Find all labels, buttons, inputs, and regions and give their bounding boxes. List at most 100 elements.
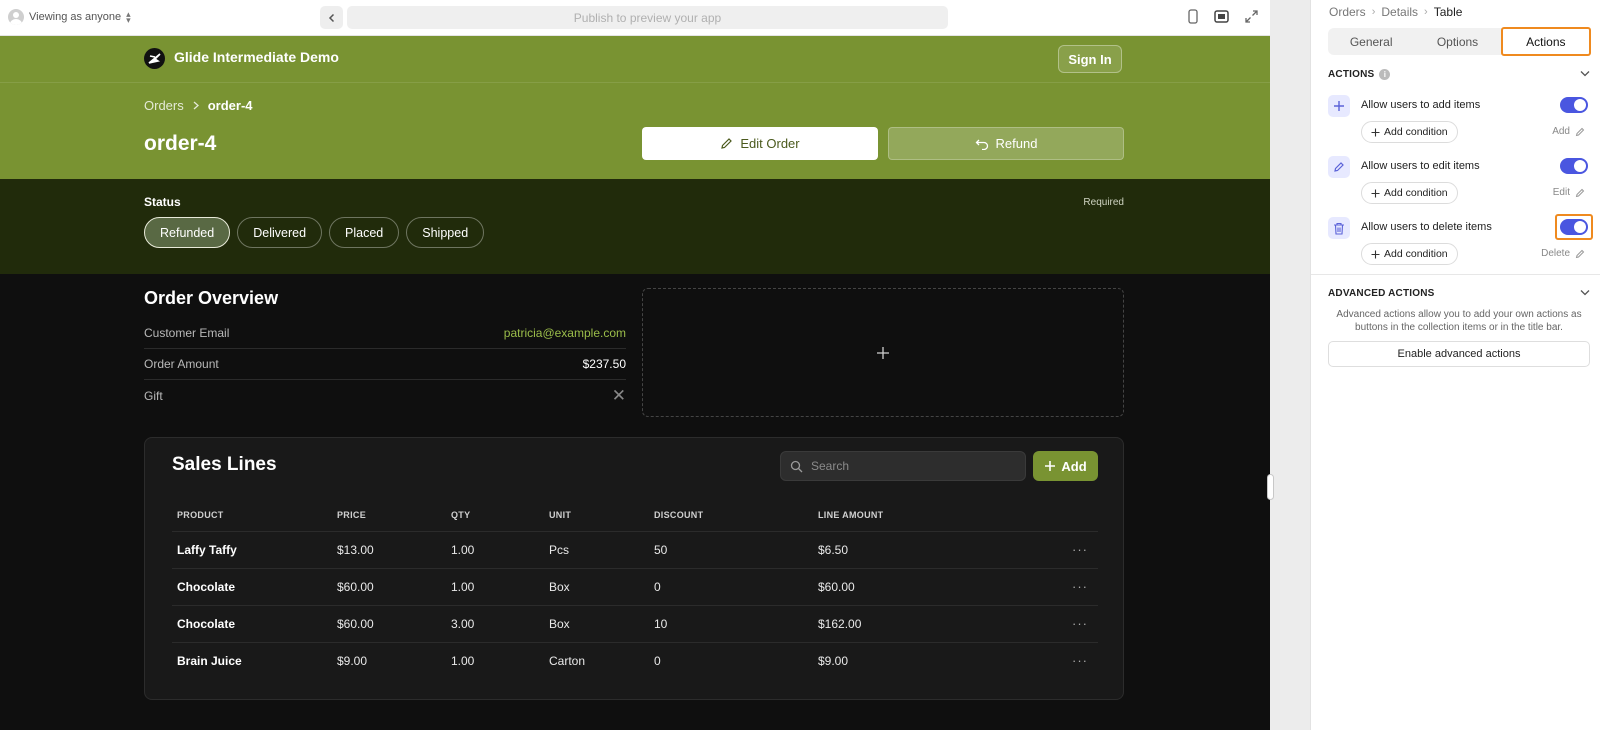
plus-icon bbox=[1371, 128, 1380, 136]
back-button[interactable] bbox=[320, 6, 343, 29]
url-bar[interactable]: Publish to preview your app bbox=[347, 6, 948, 29]
search-input[interactable] bbox=[811, 459, 1011, 473]
panel-crumb-orders[interactable]: Orders bbox=[1329, 5, 1366, 19]
status-chip-refunded[interactable]: Refunded bbox=[144, 217, 231, 248]
fullscreen-icon[interactable] bbox=[1245, 10, 1258, 23]
image-placeholder[interactable] bbox=[642, 288, 1124, 417]
row-menu-icon[interactable]: ··· bbox=[993, 531, 1098, 569]
qty-cell: 1.00 bbox=[446, 531, 544, 569]
status-label: Status bbox=[144, 195, 181, 209]
row-menu-icon[interactable]: ··· bbox=[993, 568, 1098, 606]
tab-actions[interactable]: Actions bbox=[1500, 27, 1591, 56]
table-header-row: PRODUCT PRICE QTY UNIT DISCOUNT LINE AMO… bbox=[172, 499, 1098, 532]
tablet-view-icon[interactable] bbox=[1214, 10, 1229, 23]
chevron-down-icon[interactable] bbox=[1580, 68, 1590, 80]
panel-breadcrumb: Orders › Details › Table bbox=[1329, 5, 1462, 19]
column-header[interactable]: QTY bbox=[446, 499, 544, 532]
column-header[interactable]: LINE AMOUNT bbox=[813, 499, 993, 532]
plus-icon bbox=[1045, 461, 1056, 471]
action-label: Allow users to edit items bbox=[1361, 160, 1480, 172]
column-header-actions bbox=[993, 499, 1098, 532]
plus-icon bbox=[877, 346, 889, 359]
resize-handle[interactable] bbox=[1267, 474, 1274, 500]
advanced-description: Advanced actions allow you to add your o… bbox=[1336, 309, 1582, 333]
price-cell: $9.00 bbox=[337, 653, 368, 668]
url-placeholder: Publish to preview your app bbox=[573, 10, 722, 25]
table-row[interactable]: Chocolate $60.00 3.00 Box 10 $162.00 ··· bbox=[172, 605, 1098, 643]
edit-action-link[interactable]: Add bbox=[1552, 126, 1585, 137]
tab-general[interactable]: General bbox=[1328, 28, 1414, 55]
chevron-right-icon bbox=[193, 101, 199, 110]
edit-order-button[interactable]: Edit Order bbox=[642, 127, 878, 160]
add-condition-button[interactable]: Add condition bbox=[1361, 121, 1458, 143]
plus-icon bbox=[1371, 189, 1380, 197]
customer-email-link[interactable]: patricia@example.com bbox=[504, 326, 626, 340]
status-chip-shipped[interactable]: Shipped bbox=[406, 217, 485, 248]
plus-icon bbox=[1371, 250, 1380, 258]
viewing-as-label: Viewing as anyone bbox=[29, 11, 122, 23]
action-edit-label: Add bbox=[1552, 126, 1570, 137]
tab-options[interactable]: Options bbox=[1414, 28, 1500, 55]
unit-cell: Box bbox=[544, 605, 649, 643]
chevron-right-icon: › bbox=[1424, 6, 1428, 18]
table-row[interactable]: Laffy Taffy $13.00 1.00 Pcs 50 $6.50 ··· bbox=[172, 531, 1098, 569]
action-label: Allow users to add items bbox=[1361, 99, 1481, 111]
edit-action-link[interactable]: Delete bbox=[1541, 248, 1585, 259]
field-label: Gift bbox=[144, 388, 163, 403]
pencil-icon bbox=[1575, 188, 1585, 197]
actions-section-header[interactable]: ACTIONS i bbox=[1328, 68, 1590, 80]
sign-in-button[interactable]: Sign In bbox=[1058, 45, 1122, 73]
properties-panel: Orders › Details › Table General Options… bbox=[1310, 0, 1600, 730]
phone-view-icon[interactable] bbox=[1188, 9, 1198, 24]
refund-label: Refund bbox=[995, 136, 1038, 151]
panel-crumb-details[interactable]: Details bbox=[1381, 5, 1418, 19]
action-delete-items: Allow users to delete items Add conditio… bbox=[1328, 214, 1593, 273]
row-menu-icon[interactable]: ··· bbox=[993, 605, 1098, 643]
column-header[interactable]: PRODUCT bbox=[172, 499, 332, 532]
table-row[interactable]: Brain Juice $9.00 1.00 Carton 0 $9.00 ··… bbox=[172, 642, 1098, 679]
add-items-toggle[interactable] bbox=[1560, 97, 1588, 113]
edit-items-toggle[interactable] bbox=[1560, 158, 1588, 174]
pencil-icon bbox=[1575, 249, 1585, 258]
row-menu-icon[interactable]: ··· bbox=[993, 642, 1098, 679]
app-preview: Viewing as anyone ▴ ▾ Publish to preview … bbox=[0, 0, 1270, 730]
add-sales-line-button[interactable]: Add bbox=[1033, 451, 1098, 481]
app-name: Glide Intermediate Demo bbox=[174, 49, 339, 65]
status-chip-delivered[interactable]: Delivered bbox=[237, 217, 323, 248]
table-row[interactable]: Chocolate $60.00 1.00 Box 0 $60.00 ··· bbox=[172, 568, 1098, 606]
breadcrumb: Orders order-4 bbox=[144, 98, 253, 113]
pencil-icon bbox=[721, 138, 733, 149]
panel-gutter bbox=[1267, 0, 1310, 730]
search-icon bbox=[790, 460, 803, 472]
refund-button[interactable]: Refund bbox=[888, 127, 1124, 160]
viewing-as-selector[interactable]: Viewing as anyone ▴ ▾ bbox=[8, 9, 131, 25]
breadcrumb-current: order-4 bbox=[207, 98, 253, 113]
delete-items-toggle[interactable] bbox=[1560, 219, 1588, 235]
price-cell: $13.00 bbox=[332, 531, 446, 569]
field-row: Order Amount $237.50 bbox=[144, 349, 626, 380]
column-header[interactable]: PRICE bbox=[332, 499, 446, 532]
sales-lines-title: Sales Lines bbox=[172, 454, 277, 475]
add-condition-button[interactable]: Add condition bbox=[1361, 182, 1458, 204]
breadcrumb-orders[interactable]: Orders bbox=[144, 98, 184, 113]
info-icon[interactable]: i bbox=[1379, 68, 1391, 80]
overview-fields: Customer Email patricia@example.com Orde… bbox=[144, 318, 626, 411]
advanced-actions-header[interactable]: ADVANCED ACTIONS bbox=[1328, 287, 1590, 299]
advanced-header-label: ADVANCED ACTIONS bbox=[1328, 287, 1435, 299]
add-condition-button[interactable]: Add condition bbox=[1361, 243, 1458, 265]
column-header[interactable]: DISCOUNT bbox=[649, 499, 813, 532]
edit-action-link[interactable]: Edit bbox=[1553, 187, 1585, 198]
action-edit-label: Edit bbox=[1552, 187, 1570, 198]
column-header[interactable]: UNIT bbox=[544, 499, 649, 532]
search-box[interactable] bbox=[780, 451, 1026, 481]
required-label: Required bbox=[1083, 197, 1124, 208]
updown-chevron-icon: ▴ ▾ bbox=[126, 9, 131, 25]
add-label: Add bbox=[1061, 458, 1087, 474]
panel-crumb-table: Table bbox=[1433, 5, 1463, 19]
status-chip-placed[interactable]: Placed bbox=[329, 217, 400, 248]
price-cell: $60.00 bbox=[332, 568, 446, 606]
header-divider bbox=[0, 82, 1270, 83]
action-edit-items: Allow users to edit items Add condition … bbox=[1328, 156, 1590, 212]
enable-advanced-actions-button[interactable]: Enable advanced actions bbox=[1328, 341, 1590, 367]
chevron-down-icon[interactable] bbox=[1580, 287, 1590, 299]
